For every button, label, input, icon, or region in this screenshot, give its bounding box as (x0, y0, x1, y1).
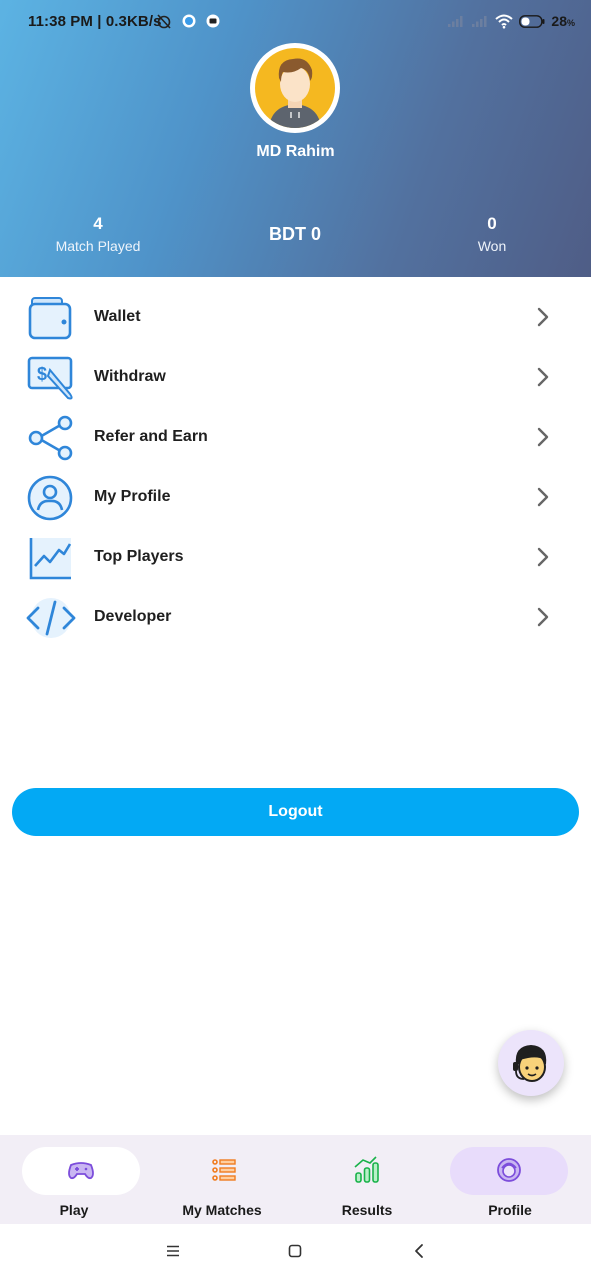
status-bar: 11:38 PM | 0.3KB/s 28 % (28, 13, 575, 30)
chevron-right-icon (537, 607, 549, 627)
menu-item-my-profile[interactable]: My Profile (0, 468, 591, 528)
alarm-off-icon (157, 14, 171, 29)
home-square-icon[interactable] (288, 1244, 302, 1258)
chevron-right-icon (537, 487, 549, 507)
logout-button[interactable]: Logout (12, 788, 579, 836)
nav-label-profile: Profile (488, 1202, 532, 1218)
menu-label-withdraw: Withdraw (94, 368, 166, 385)
user-face-icon (497, 1158, 521, 1182)
chevron-right-icon (537, 307, 549, 327)
withdraw-icon: $ (27, 356, 73, 400)
won-value: 0 (487, 214, 497, 233)
won-label: Won (477, 238, 507, 254)
chevron-right-icon (537, 367, 549, 387)
chevron-right-icon (537, 427, 549, 447)
menu-item-refer-and-earn[interactable]: Refer and Earn (0, 408, 591, 468)
profile-icon (27, 475, 73, 521)
nav-tab-my-matches[interactable]: My Matches (148, 1135, 296, 1224)
menu-item-wallet[interactable]: Wallet (0, 288, 591, 348)
menu-label-my-profile: My Profile (94, 488, 171, 505)
nav-label-play: Play (59, 1202, 89, 1218)
avatar-illustration (255, 48, 335, 128)
bottom-navigation: Play My Matches Results Profile (0, 1135, 591, 1224)
app-notification-icon (182, 14, 196, 28)
menu-label-top-players: Top Players (94, 548, 184, 565)
code-icon (26, 598, 76, 638)
menu-item-top-players[interactable]: Top Players (0, 528, 591, 588)
chevron-right-icon (537, 547, 549, 567)
won-stat: 0 Won (452, 214, 532, 254)
profile-menu: Wallet $ Withdraw Refer and Earn My Prof… (0, 288, 591, 648)
menu-label-developer: Developer (94, 608, 172, 625)
username: MD Rahim (256, 143, 335, 160)
message-notification-icon (206, 14, 220, 28)
wifi-icon (495, 14, 514, 28)
profile-header: 11:38 PM | 0.3KB/s 28 % MD Rahim 4 Match… (0, 0, 591, 277)
matches-played-value: 4 (93, 214, 103, 233)
signal-icon-2 (472, 16, 487, 27)
menu-lines-icon[interactable] (166, 1244, 180, 1258)
gamepad-icon (68, 1162, 94, 1180)
support-chat-button[interactable] (498, 1030, 564, 1096)
nav-tab-play[interactable]: Play (0, 1135, 148, 1224)
menu-item-withdraw[interactable]: $ Withdraw (0, 348, 591, 408)
nav-label-my-matches: My Matches (182, 1202, 262, 1218)
support-agent-icon (513, 1045, 547, 1082)
battery-level: 28 (551, 13, 567, 29)
chart-icon (29, 538, 72, 580)
avatar[interactable] (250, 43, 340, 133)
battery-icon (519, 14, 545, 28)
matches-played-stat: 4 Match Played (40, 214, 156, 254)
wallet-icon (28, 297, 72, 340)
back-icon[interactable] (412, 1243, 426, 1259)
status-time: 11:38 PM | 0.3KB/s (28, 13, 162, 30)
menu-label-wallet: Wallet (94, 308, 141, 325)
matches-played-label: Match Played (55, 238, 141, 254)
nav-label-results: Results (341, 1202, 393, 1218)
share-icon (28, 415, 73, 461)
balance-value: BDT 0 (268, 224, 321, 244)
menu-label-refer-and-earn: Refer and Earn (94, 428, 208, 445)
list-icon (212, 1159, 236, 1181)
svg-text:$: $ (37, 364, 47, 384)
signal-icon (448, 16, 463, 27)
bar-chart-icon (354, 1156, 379, 1183)
nav-tab-profile[interactable]: Profile (436, 1135, 584, 1224)
system-navigation-bar (0, 1224, 591, 1280)
nav-tab-results[interactable]: Results (293, 1135, 441, 1224)
menu-item-developer[interactable]: Developer (0, 588, 591, 648)
